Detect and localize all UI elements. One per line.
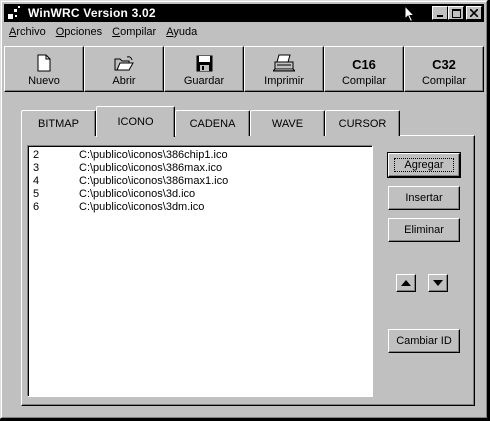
tab-wave[interactable]: WAVE: [250, 110, 325, 136]
agregar-button[interactable]: Agregar: [387, 152, 461, 178]
tab-bitmap[interactable]: BITMAP: [21, 110, 96, 136]
agregar-label: Agregar: [394, 158, 454, 172]
printer-icon: [273, 54, 295, 71]
item-path: C:\publico\iconos\3dm.ico: [79, 201, 205, 213]
guardar-button[interactable]: Guardar: [164, 46, 244, 92]
list-item[interactable]: 6 C:\publico\iconos\3dm.ico: [33, 201, 204, 214]
tab-cursor[interactable]: CURSOR: [325, 110, 400, 136]
list-item[interactable]: 2 C:\publico\iconos\386chip1.ico: [33, 149, 228, 162]
new-document-icon: [37, 54, 51, 71]
maximize-icon: [451, 8, 461, 18]
abrir-label: Abrir: [112, 74, 136, 87]
close-icon: [470, 9, 478, 17]
floppy-disk-icon: [196, 55, 212, 71]
abrir-button[interactable]: Abrir: [84, 46, 164, 92]
toolbar: Nuevo Abrir Guardar Imprimir C16 Compila…: [4, 46, 486, 92]
item-path: C:\publico\iconos\386chip1.ico: [79, 149, 228, 161]
triangle-up-icon: [401, 280, 411, 286]
menu-compilar[interactable]: Compilar: [107, 26, 161, 38]
eliminar-button[interactable]: Eliminar: [388, 218, 460, 242]
item-id: 4: [33, 175, 40, 187]
eliminar-label: Eliminar: [404, 224, 444, 236]
cambiar-id-label: Cambiar ID: [396, 335, 452, 347]
compilar-c32-label: Compilar: [421, 74, 466, 87]
imprimir-label: Imprimir: [264, 74, 304, 87]
nuevo-button[interactable]: Nuevo: [4, 46, 84, 92]
move-up-button[interactable]: [396, 274, 416, 292]
window-title: WinWRC Version 3.02: [28, 6, 156, 20]
guardar-label: Guardar: [183, 74, 225, 87]
insertar-label: Insertar: [405, 192, 443, 204]
item-id: 5: [33, 188, 40, 200]
open-folder-icon: [114, 55, 134, 70]
app-icon[interactable]: [6, 5, 22, 21]
compilar-c32-button[interactable]: C32 Compilar: [404, 46, 484, 92]
triangle-down-icon: [433, 280, 443, 286]
tab-icono[interactable]: ICONO: [96, 106, 175, 137]
title-bar[interactable]: WinWRC Version 3.02: [4, 4, 484, 23]
move-down-button[interactable]: [428, 274, 448, 292]
icon-list[interactable]: 2 C:\publico\iconos\386chip1.ico 3 C:\pu…: [27, 145, 373, 397]
cambiar-id-button[interactable]: Cambiar ID: [388, 329, 460, 353]
menu-ayuda[interactable]: Ayuda: [161, 26, 202, 38]
menu-archivo[interactable]: Archivo: [4, 26, 51, 38]
imprimir-button[interactable]: Imprimir: [244, 46, 324, 92]
compilar-c16-button[interactable]: C16 Compilar: [324, 46, 404, 92]
item-path: C:\publico\iconos\386max.ico: [79, 162, 223, 174]
maximize-button[interactable]: [448, 6, 464, 20]
main-window: WinWRC Version 3.02 Archivo Opciones Com…: [0, 0, 488, 419]
item-path: C:\publico\iconos\386max1.ico: [79, 175, 229, 187]
menu-opciones[interactable]: Opciones: [51, 26, 107, 38]
list-item[interactable]: 4 C:\publico\iconos\386max1.ico: [33, 175, 228, 188]
item-id: 2: [33, 149, 40, 161]
list-item[interactable]: 3 C:\publico\iconos\386max.ico: [33, 162, 222, 175]
item-id: 6: [33, 201, 40, 213]
item-path: C:\publico\iconos\3d.ico: [79, 188, 196, 200]
nuevo-label: Nuevo: [28, 74, 60, 87]
list-item[interactable]: 5 C:\publico\iconos\3d.ico: [33, 188, 195, 201]
item-id: 3: [33, 162, 40, 174]
menu-bar: Archivo Opciones Compilar Ayuda: [4, 23, 202, 41]
c32-label: C32: [432, 56, 456, 72]
compilar-c16-label: Compilar: [341, 74, 386, 87]
minimize-button[interactable]: [432, 6, 448, 20]
tab-cadena[interactable]: CADENA: [175, 110, 250, 136]
c16-label: C16: [352, 56, 376, 72]
minimize-icon: [437, 15, 443, 17]
mouse-cursor-icon: [404, 5, 416, 23]
close-button[interactable]: [466, 6, 482, 20]
insertar-button[interactable]: Insertar: [388, 186, 460, 210]
